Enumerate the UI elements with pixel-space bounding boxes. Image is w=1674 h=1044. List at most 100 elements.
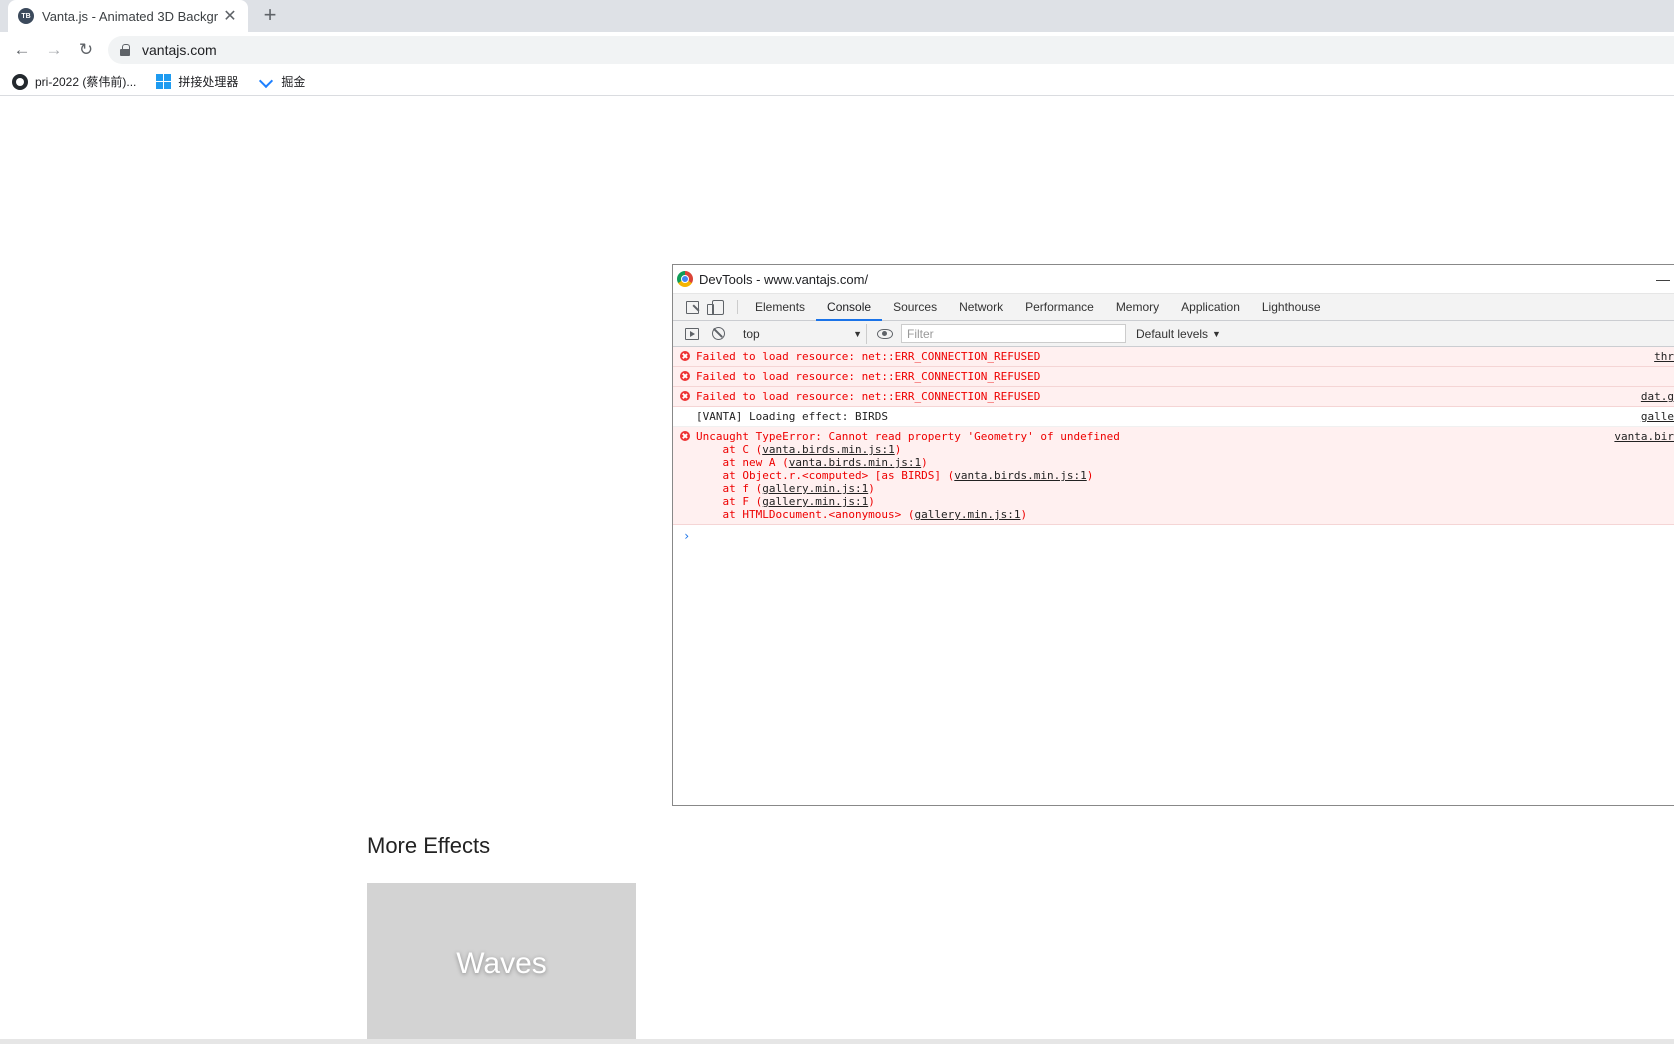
stack-frame-text: ) <box>1086 469 1094 482</box>
bookmark-label: 掘金 <box>281 75 306 89</box>
browser-tab[interactable]: TB Vanta.js - Animated 3D Backgrounds ✕ <box>8 0 248 32</box>
url-text[interactable]: vantajs.com <box>142 42 217 58</box>
new-tab-button[interactable]: + <box>258 4 282 28</box>
bookmarks-bar: pri-2022 (蔡伟前)... 拼接处理器 掘金 <box>0 68 1674 96</box>
clear-console-button[interactable] <box>705 327 731 340</box>
stack-frame-link[interactable]: gallery.min.js:1 <box>915 508 1021 521</box>
windows-icon <box>156 74 172 89</box>
stack-frame-link[interactable]: vanta.birds.min.js:1 <box>762 443 894 456</box>
bookmark-stitcher[interactable]: 拼接处理器 <box>156 73 238 90</box>
stack-frame-text: at new A ( <box>696 456 789 469</box>
tab-lighthouse[interactable]: Lighthouse <box>1251 294 1332 320</box>
eye-icon[interactable] <box>877 328 893 339</box>
log-levels-dropdown[interactable]: Default levels ▼ <box>1136 327 1221 341</box>
inspect-element-button[interactable] <box>679 294 705 320</box>
stack-frame-text: at HTMLDocument.<anonymous> ( <box>696 508 915 521</box>
error-icon <box>680 371 690 381</box>
stack-frame: at C (vanta.birds.min.js:1) <box>696 443 1674 456</box>
sidebar-icon <box>685 327 699 340</box>
devtools-titlebar[interactable]: DevTools - www.vantajs.com/ — <box>673 265 1674 294</box>
devtools-tabbar: Elements Console Sources Network Perform… <box>673 294 1674 321</box>
forward-button[interactable]: → <box>38 36 70 64</box>
tab-elements[interactable]: Elements <box>744 294 816 320</box>
tab-application[interactable]: Application <box>1170 294 1251 320</box>
stack-frame-link[interactable]: gallery.min.js:1 <box>762 482 868 495</box>
error-icon <box>680 351 690 361</box>
message-source-link[interactable]: thr <box>1654 350 1674 363</box>
error-icon <box>680 391 690 401</box>
stack-frame-link[interactable]: vanta.birds.min.js:1 <box>954 469 1086 482</box>
console-message-stacktrace: Uncaught TypeError: Cannot read property… <box>673 427 1674 525</box>
show-sidebar-button[interactable] <box>679 327 705 340</box>
stack-frame-text: ) <box>894 443 902 456</box>
devtools-window: DevTools - www.vantajs.com/ — Elements C… <box>672 264 1674 806</box>
section-title: More Effects <box>367 833 491 858</box>
message-source-link[interactable]: galle <box>1641 410 1674 423</box>
console-messages: Failed to load resource: net::ERR_CONNEC… <box>673 347 1674 543</box>
effect-card-waves[interactable]: Waves <box>367 883 636 1044</box>
browser-toolbar: ← → ↻ vantajs.com <box>0 32 1674 68</box>
reload-button[interactable]: ↻ <box>70 36 102 64</box>
stack-frame-link[interactable]: vanta.birds.min.js:1 <box>789 456 921 469</box>
message-text: Uncaught TypeError: Cannot read property… <box>696 430 1120 443</box>
stack-frame: at F (gallery.min.js:1) <box>696 495 1674 508</box>
github-icon <box>12 73 28 90</box>
stack-frame-text: at f ( <box>696 482 763 495</box>
caret-down-icon: ▼ <box>853 328 862 339</box>
message-text: Failed to load resource: net::ERR_CONNEC… <box>696 370 1041 383</box>
divider <box>737 300 738 314</box>
devtools-title: DevTools - www.vantajs.com/ <box>699 271 869 287</box>
site-favicon-icon: TB <box>18 8 34 24</box>
lock-icon[interactable] <box>120 44 130 56</box>
juejin-icon <box>258 74 274 90</box>
stack-frame-link[interactable]: gallery.min.js:1 <box>762 495 868 508</box>
console-message: Failed to load resource: net::ERR_CONNEC… <box>673 387 1674 407</box>
console-prompt[interactable]: › <box>673 525 1674 543</box>
message-text: Failed to load resource: net::ERR_CONNEC… <box>696 390 1041 403</box>
address-bar[interactable]: vantajs.com <box>108 36 1674 64</box>
tab-sources[interactable]: Sources <box>882 294 948 320</box>
stack-frame-text: ) <box>1020 508 1028 521</box>
error-icon <box>680 431 690 441</box>
stack-frame-text: at F ( <box>696 495 763 508</box>
device-icon <box>707 299 724 315</box>
back-button[interactable]: ← <box>6 36 38 64</box>
tab-console[interactable]: Console <box>816 294 883 321</box>
bookmark-juejin[interactable]: 掘金 <box>258 73 305 90</box>
stack-frame-text: ) <box>868 482 875 495</box>
console-message: [VANTA] Loading effect: BIRDS galle <box>673 407 1674 427</box>
stack-frame-text: at Object.r.<computed> [as BIRDS] ( <box>696 469 955 482</box>
bookmark-label: 拼接处理器 <box>178 75 239 89</box>
message-text: [VANTA] Loading effect: BIRDS <box>696 410 889 423</box>
tab-network[interactable]: Network <box>948 294 1014 320</box>
console-message: Failed to load resource: net::ERR_CONNEC… <box>673 367 1674 387</box>
bookmark-label: pri-2022 (蔡伟前)... <box>35 75 137 89</box>
console-toolbar: top ▼ Default levels ▼ <box>673 321 1674 347</box>
minimize-button[interactable]: — <box>1656 271 1670 287</box>
stack-frame: at f (gallery.min.js:1) <box>696 482 1674 495</box>
tab-performance[interactable]: Performance <box>1014 294 1105 320</box>
clear-icon <box>711 327 725 340</box>
inspect-icon <box>685 300 699 314</box>
stack-trace: at C (vanta.birds.min.js:1) at new A (va… <box>696 443 1674 521</box>
tab-memory[interactable]: Memory <box>1105 294 1170 320</box>
caret-down-icon: ▼ <box>1212 328 1221 339</box>
console-message: Failed to load resource: net::ERR_CONNEC… <box>673 347 1674 367</box>
filter-input[interactable] <box>901 324 1126 343</box>
horizontal-scrollbar[interactable] <box>0 1039 1674 1044</box>
stack-frame: at Object.r.<computed> [as BIRDS] (vanta… <box>696 469 1674 482</box>
tab-strip: TB Vanta.js - Animated 3D Backgrounds ✕ … <box>0 0 1674 32</box>
bookmark-github[interactable]: pri-2022 (蔡伟前)... <box>12 73 136 90</box>
message-source-link[interactable]: dat.g <box>1641 390 1674 403</box>
effect-card-label: Waves <box>456 946 547 980</box>
stack-frame: at new A (vanta.birds.min.js:1) <box>696 456 1674 469</box>
close-tab-icon[interactable]: ✕ <box>222 6 238 26</box>
device-toolbar-button[interactable] <box>705 294 731 320</box>
context-select[interactable]: top ▼ <box>739 323 867 344</box>
stack-frame-text: ) <box>868 495 875 508</box>
stack-frame: at HTMLDocument.<anonymous> (gallery.min… <box>696 508 1674 521</box>
message-text: Failed to load resource: net::ERR_CONNEC… <box>696 350 1041 363</box>
message-source-link[interactable]: vanta.bir <box>1614 430 1674 443</box>
log-levels-label: Default levels <box>1136 326 1209 341</box>
tab-title: Vanta.js - Animated 3D Backgrounds <box>42 8 218 24</box>
